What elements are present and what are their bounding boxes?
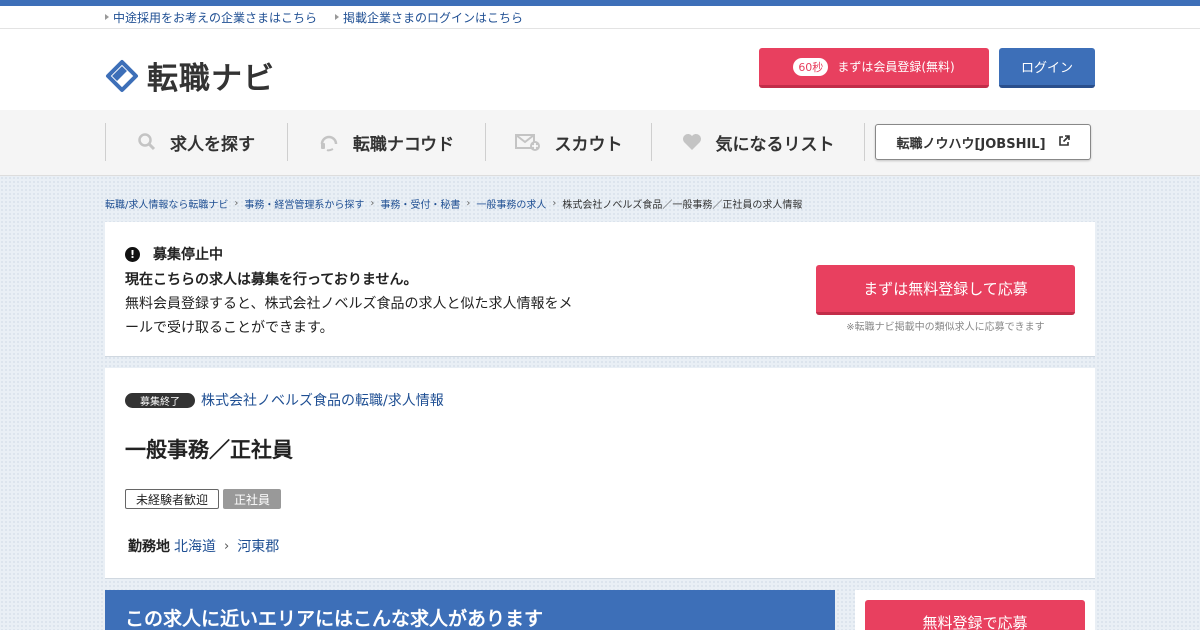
work-location: 勤務地 北海道 › 河東郡 [128,536,279,556]
breadcrumb-link-subcategory[interactable]: 事務・受付・秘書 [380,196,460,211]
notice-message: 現在こちらの求人は募集を行っておりません。 [125,272,418,288]
exclamation-icon: ! [125,246,140,262]
register-and-apply-button[interactable]: まずは無料登録して応募 [816,265,1075,315]
employer-recruit-link[interactable]: 中途採用をお考えの企業さまはこちら [105,9,317,26]
site-header: 転職ナビ 60秒 まずは会員登録(無料) ログイン [0,29,1200,110]
nav-item-nakoudo[interactable]: 転職ナコウド [287,123,485,161]
mail-plus-icon [514,133,541,151]
job-summary-card: 募集終了 株式会社ノベルズ食品の転職/求人情報 一般事務／正社員 未経験者歓迎 … [105,368,1095,579]
chevron-right-icon: › [466,198,471,209]
location-prefecture-link[interactable]: 北海道 [174,536,216,556]
chevron-right-icon: › [370,198,375,209]
nav-item-scout[interactable]: スカウト [485,123,651,161]
nav-item-favorites[interactable]: 気になるリスト [651,123,865,161]
breadcrumb-link-occupation[interactable]: 一般事務の求人 [476,196,546,211]
jobshil-button-label: 転職ノウハウ[JOBSHIL] [896,136,1046,152]
external-link-icon [1058,134,1070,150]
employer-login-link-label: 掲載企業さまのログインはこちら [343,10,524,25]
side-register-apply-button[interactable]: 無料登録で応募 [865,600,1085,630]
headset-icon [319,132,339,152]
logo-text: 転職ナビ [147,61,275,97]
register-button[interactable]: 60秒 まずは会員登録(無料) [759,48,989,88]
location-label: 勤務地 [128,539,170,555]
breadcrumb: 転職/求人情報なら転職ナビ › 事務・経営管理系から探す › 事務・受付・秘書 … [105,196,802,211]
register-button-label: まずは会員登録(無料) [837,60,955,74]
site-logo[interactable]: 転職ナビ [105,53,275,98]
company-link[interactable]: 株式会社ノベルズ食品の転職/求人情報 [201,390,444,410]
nav-item-label: スカウト [554,134,623,155]
employer-login-link[interactable]: 掲載企業さまのログインはこちら [335,9,523,26]
search-icon [138,133,156,151]
recruitment-stopped-notice: ! 募集停止中 現在こちらの求人は募集を行っておりません。 無料会員登録すると、… [105,222,1095,357]
notice-title-row: ! 募集停止中 [125,244,223,264]
triangle-right-icon [105,14,109,20]
nearby-jobs-heading-text: この求人に近いエリアにはこんな求人があります [125,608,544,630]
status-badge: 募集終了 [125,393,195,408]
breadcrumb-current: 株式会社ノベルズ食品／一般事務／正社員の求人情報 [562,200,803,211]
notice-title: 募集停止中 [153,247,223,263]
employer-recruit-link-label: 中途採用をお考えの企業さまはこちら [113,10,318,25]
chevron-right-icon: › [234,198,239,209]
breadcrumb-link-category[interactable]: 事務・経営管理系から探す [244,196,364,211]
nav-item-label: 求人を探す [170,134,255,155]
heart-icon [682,133,702,151]
jobshil-button[interactable]: 転職ノウハウ[JOBSHIL] [875,124,1091,160]
main-nav: 求人を探す 転職ナコウド スカウト 気になるリスト 転職ノウハウ[JOBSHIL… [0,110,1200,176]
chevron-right-icon: › [224,538,230,554]
tag-employment-type: 正社員 [223,489,282,509]
apply-note: ※転職ナビ掲載中の類似求人に応募できます [846,322,1045,333]
notice-description: 無料会員登録すると、株式会社ノベルズ食品の求人と似た求人情報をメールで受け取るこ… [125,296,573,336]
breadcrumb-link-home[interactable]: 転職/求人情報なら転職ナビ [105,196,228,211]
login-button-label: ログイン [1020,61,1073,76]
triangle-right-icon [335,14,340,20]
job-title: 一般事務／正社員 [125,438,293,462]
register-time-badge: 60秒 [793,57,829,76]
tag-inexperienced-welcome: 未経験者歓迎 [125,489,220,509]
location-district-link[interactable]: 河東郡 [237,536,279,556]
side-register-apply-label: 無料登録で応募 [922,614,1028,630]
login-button[interactable]: ログイン [999,48,1095,88]
register-and-apply-label: まずは無料登録して応募 [863,280,1028,298]
logo-mark-icon [106,59,138,92]
nav-item-search-jobs[interactable]: 求人を探す [105,123,287,161]
chevron-right-icon: › [552,198,557,209]
sidebar-panel: 無料登録で応募 [855,590,1095,630]
top-links-bar: 中途採用をお考えの企業さまはこちら 掲載企業さまのログインはこちら [0,6,1200,29]
nav-item-label: 気になるリスト [715,134,835,155]
nearby-jobs-heading: この求人に近いエリアにはこんな求人があります [105,590,835,630]
nav-item-label: 転職ナコウド [352,134,455,155]
